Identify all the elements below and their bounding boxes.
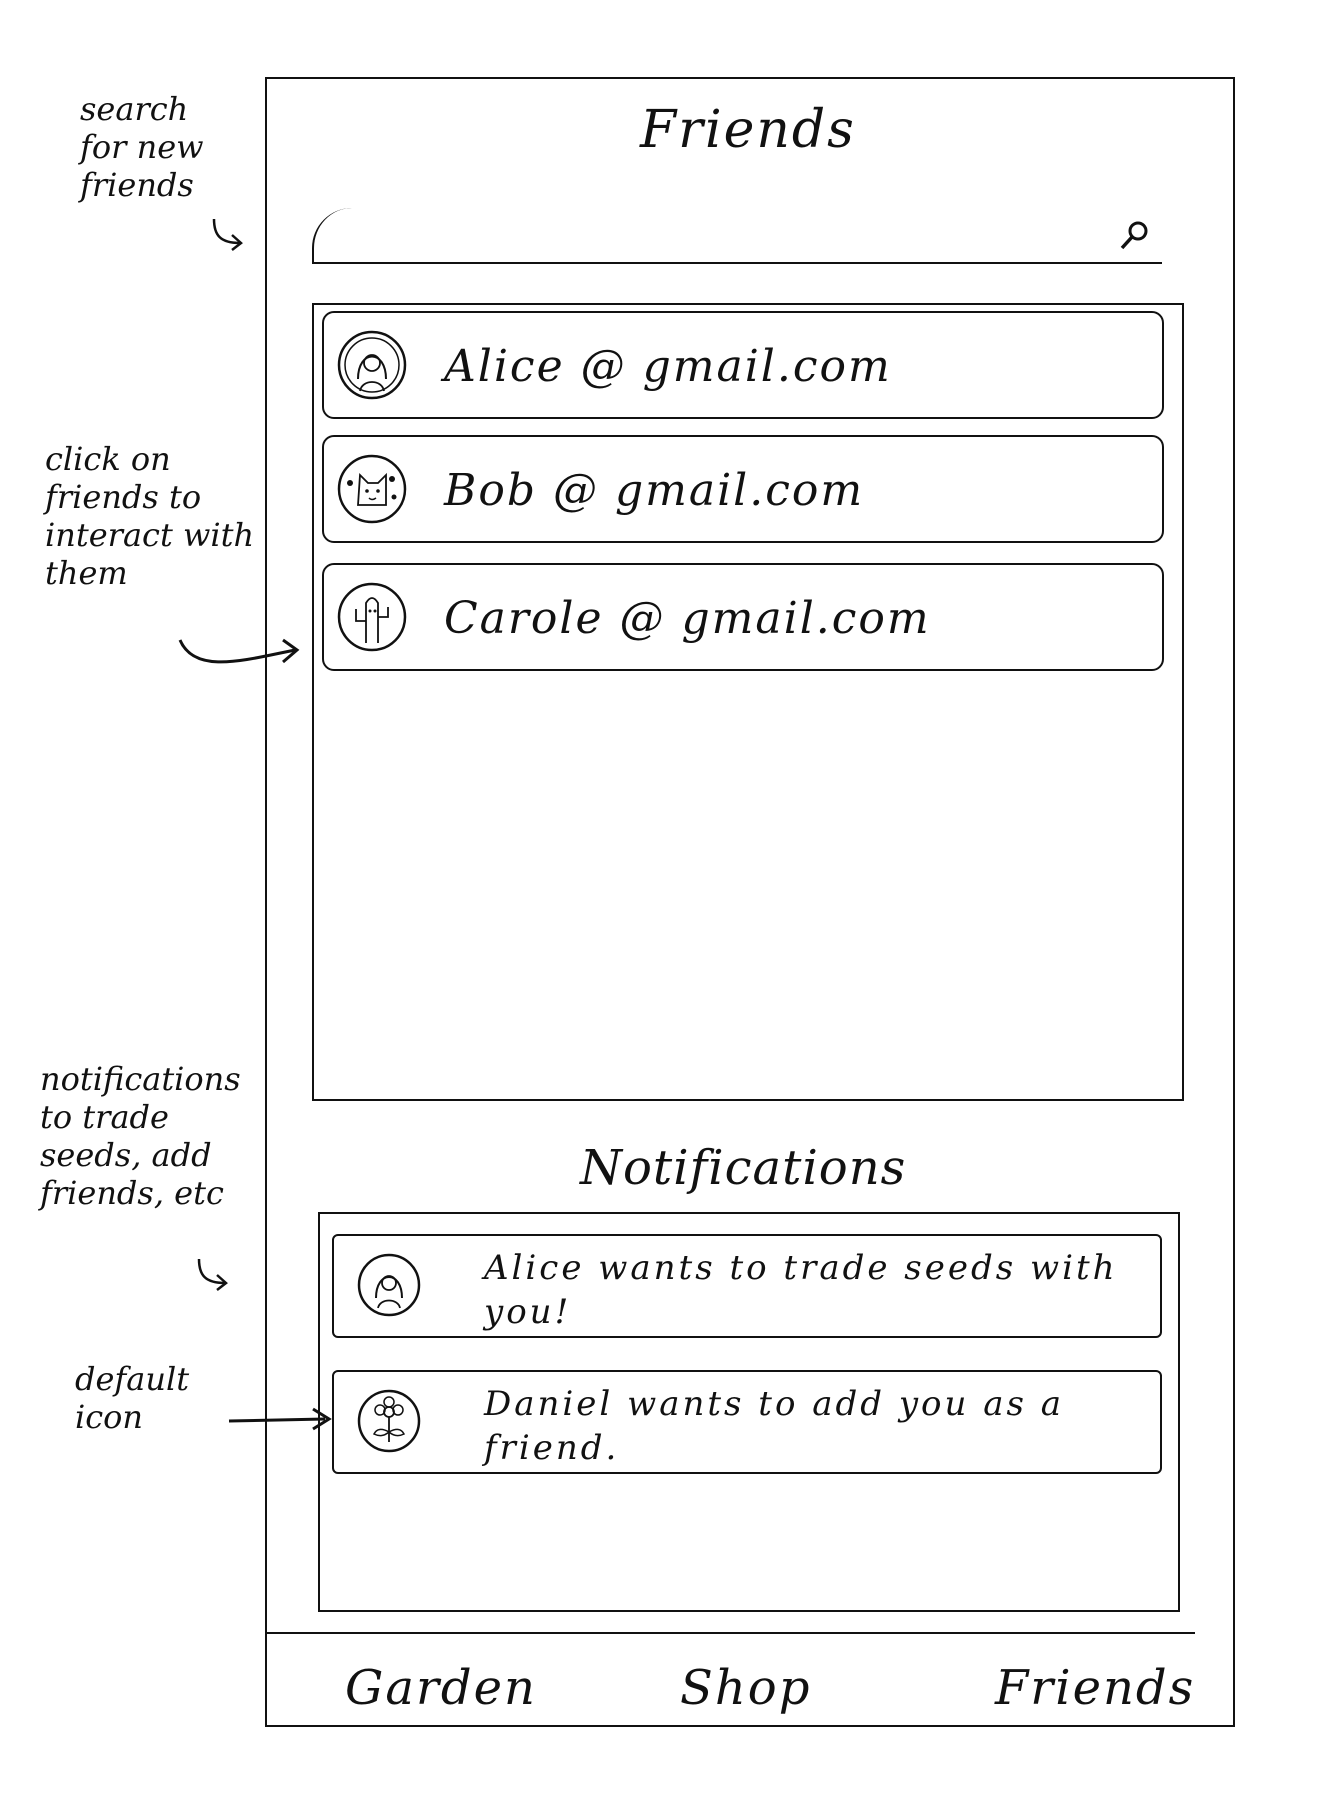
notification-item-trade[interactable]: Alice wants to trade seeds with you! xyxy=(332,1234,1162,1338)
friend-email: Bob @ gmail.com xyxy=(444,465,865,516)
nav-divider xyxy=(265,1632,1195,1634)
notifications-list: Alice wants to trade seeds with you! Dan… xyxy=(318,1212,1180,1612)
flower-default-icon xyxy=(357,1389,421,1453)
friend-email: Carole @ gmail.com xyxy=(444,593,931,644)
cactus-avatar-icon xyxy=(337,582,407,652)
friend-email: Alice @ gmail.com xyxy=(444,341,892,392)
notification-message: Daniel wants to add you as a friend. xyxy=(484,1384,1065,1468)
nav-friends[interactable]: Friends xyxy=(995,1660,1195,1716)
nav-shop[interactable]: Shop xyxy=(680,1660,811,1716)
nav-garden[interactable]: Garden xyxy=(345,1660,537,1716)
annotation-notifications: notifications to trade seeds, add friend… xyxy=(40,1060,241,1212)
friend-item-bob[interactable]: Bob @ gmail.com xyxy=(322,435,1164,543)
annotation-friends: click on friends to interact with them xyxy=(45,440,255,592)
annotation-arrow-icon xyxy=(212,218,243,251)
friend-item-carole[interactable]: Carole @ gmail.com xyxy=(322,563,1164,671)
friend-item-alice[interactable]: Alice @ gmail.com xyxy=(322,311,1164,419)
friends-list: Alice @ gmail.com Bob @ gmail.com Carole… xyxy=(312,303,1184,1101)
annotation-search: search for new friends xyxy=(80,90,204,204)
notification-item-friend-request[interactable]: Daniel wants to add you as a friend. xyxy=(332,1370,1162,1474)
page-title: Friends xyxy=(640,100,856,160)
annotation-default-icon: default icon xyxy=(75,1360,190,1436)
annotation-arrow-icon xyxy=(197,1258,228,1291)
search-input[interactable] xyxy=(334,218,1098,256)
notifications-title: Notifications xyxy=(580,1140,907,1196)
search-icon[interactable] xyxy=(1116,218,1152,254)
search-bar[interactable] xyxy=(312,208,1162,264)
cat-avatar-icon xyxy=(337,454,407,524)
notification-message: Alice wants to trade seeds with you! xyxy=(484,1248,1118,1332)
woman-avatar-icon xyxy=(337,330,407,400)
woman-avatar-icon xyxy=(357,1253,421,1317)
